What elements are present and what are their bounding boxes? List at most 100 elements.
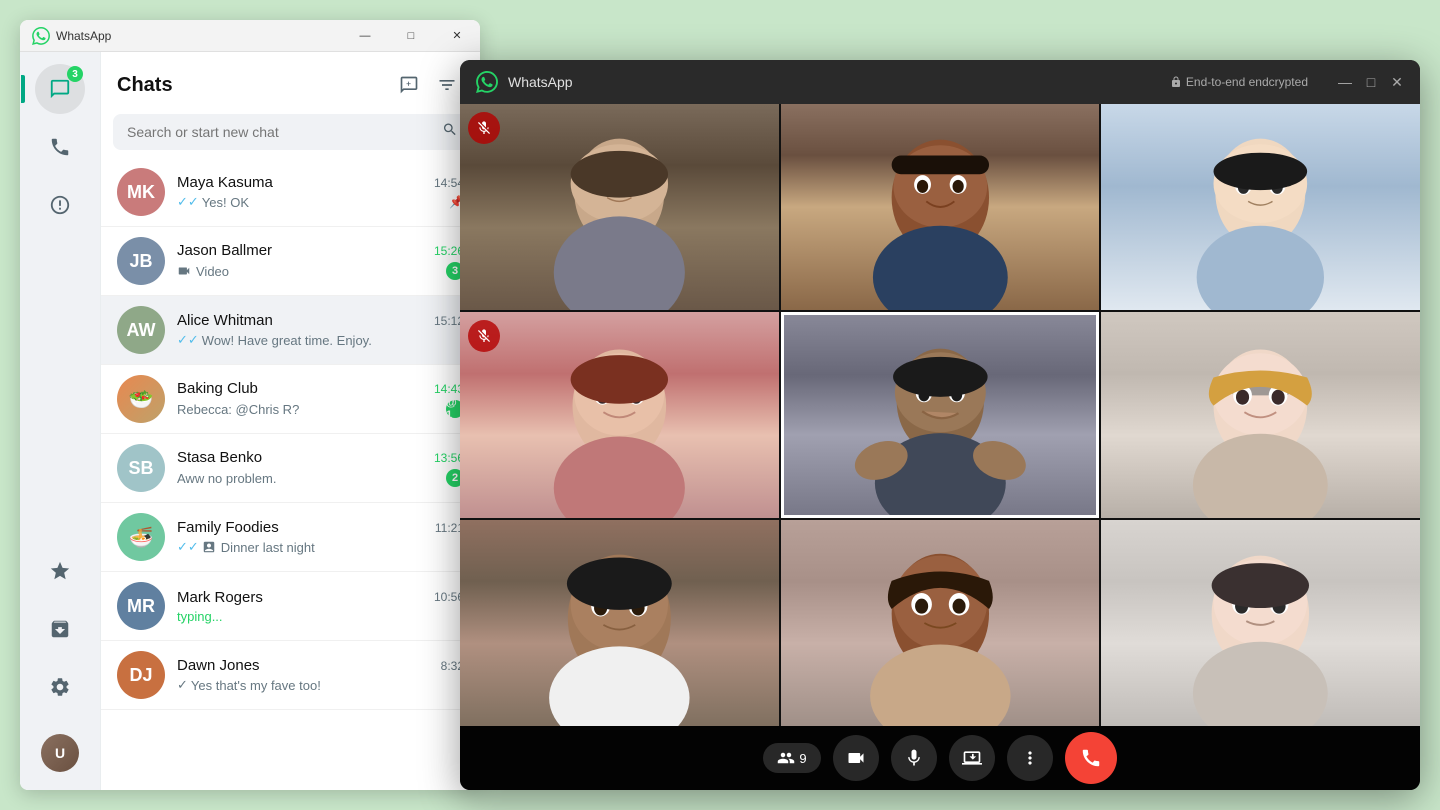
person-2-face [781,104,1100,310]
video-cell-2 [781,104,1100,310]
search-input[interactable] [113,114,468,150]
sidebar-item-starred[interactable] [35,546,85,596]
person-3-face [1101,104,1420,310]
participants-count-label: 9 [799,751,806,766]
video-controls-bar: 9 [460,726,1420,790]
baking-club-preview: Rebecca: @Chris R? [177,402,299,417]
family-foodies-name: Family Foodies [177,519,279,536]
video-icon [846,748,866,768]
maya-info: Maya Kasuma 14:54 ✓✓ Yes! OK 📌 [177,174,464,210]
more-options-button[interactable] [1007,735,1053,781]
family-foodies-avatar: 🍜 [117,513,165,561]
chat-item-alice[interactable]: AW Alice Whitman 15:12 ✓✓ Wow! Have grea… [101,296,480,365]
end-call-icon [1080,747,1102,769]
chat-list-panel: Chats [100,52,480,790]
jason-info: Jason Ballmer 15:26 Video 3 [177,242,464,280]
main-title-bar: WhatsApp — □ ✕ [20,20,480,52]
participants-count[interactable]: 9 [763,743,820,773]
main-window-title: WhatsApp [56,29,342,43]
app-container: 3 [20,52,480,790]
maya-avatar: MK [117,168,165,216]
video-cell-9 [1101,520,1420,726]
mic-toggle-button[interactable] [891,735,937,781]
mark-name: Mark Rogers [177,589,263,606]
video-maximize-button[interactable]: □ [1364,75,1378,89]
chat-item-dawn[interactable]: DJ Dawn Jones 8:32 ✓ Yes that's my fave … [101,641,480,710]
sidebar: 3 [20,52,100,790]
alice-avatar: AW [117,306,165,354]
video-minimize-button[interactable]: — [1338,75,1352,89]
search-bar [113,114,468,150]
chat-list-header: Chats [101,52,480,110]
mute-indicator-4 [468,320,500,352]
sidebar-item-chats[interactable]: 3 [35,64,85,114]
jason-avatar: JB [117,237,165,285]
video-close-button[interactable]: ✕ [1390,75,1404,89]
chat-item-baking-club[interactable]: 🥗 Baking Club 14:43 Rebecca: @Chris R? @… [101,365,480,434]
window-controls: — □ ✕ [342,20,480,52]
filter-icon [437,75,457,95]
whatsapp-logo-main [32,27,50,45]
new-chat-button[interactable] [392,68,426,102]
chat-item-jason[interactable]: JB Jason Ballmer 15:26 Video 3 [101,227,480,296]
chat-item-maya[interactable]: MK Maya Kasuma 14:54 ✓✓ Yes! OK 📌 [101,158,480,227]
sidebar-item-status[interactable] [35,180,85,230]
chats-icon [49,78,71,100]
jason-name: Jason Ballmer [177,242,272,259]
chat-item-stasa[interactable]: SB Stasa Benko 13:56 Aww no problem. 2 [101,434,480,503]
maya-name: Maya Kasuma [177,174,273,191]
video-cell-6 [1101,312,1420,518]
user-avatar[interactable]: U [35,728,85,778]
filter-button[interactable] [430,68,464,102]
more-icon [1020,748,1040,768]
sidebar-item-settings[interactable] [35,662,85,712]
stasa-avatar: SB [117,444,165,492]
person-4-face [460,312,779,518]
encryption-indicator: End-to-end endcrypted [1170,75,1308,89]
stasa-info: Stasa Benko 13:56 Aww no problem. 2 [177,449,464,487]
video-window-title: WhatsApp [508,74,1160,90]
maximize-button[interactable]: □ [388,20,434,52]
dawn-preview: ✓ Yes that's my fave too! [177,677,321,693]
dawn-avatar: DJ [117,651,165,699]
screen-share-button[interactable] [949,735,995,781]
status-icon [49,194,71,216]
end-call-button[interactable] [1065,732,1117,784]
sidebar-item-archived[interactable] [35,604,85,654]
calls-icon [49,136,71,158]
mic-icon [904,748,924,768]
minimize-button[interactable]: — [342,20,388,52]
screen-share-icon [962,748,982,768]
sidebar-item-calls[interactable] [35,122,85,172]
mark-info: Mark Rogers 10:56 typing... [177,589,464,624]
chats-title: Chats [117,74,173,97]
video-cell-4 [460,312,779,518]
video-call-window: WhatsApp End-to-end endcrypted — □ ✕ [460,60,1420,790]
person-9-face [1101,520,1420,726]
video-cell-3 [1101,104,1420,310]
person-1-face [460,104,779,310]
video-window-controls: — □ ✕ [1338,75,1404,89]
lock-icon [1170,76,1182,88]
dawn-info: Dawn Jones 8:32 ✓ Yes that's my fave too… [177,657,464,693]
family-foodies-preview: ✓✓ Dinner last night [177,539,315,555]
baking-club-avatar: 🥗 [117,375,165,423]
stasa-preview: Aww no problem. [177,471,276,486]
chat-item-mark[interactable]: MR Mark Rogers 10:56 typing... [101,572,480,641]
chat-item-family-foodies[interactable]: 🍜 Family Foodies 11:21 ✓✓ Dinner last ni… [101,503,480,572]
family-foodies-info: Family Foodies 11:21 ✓✓ Dinner last nigh… [177,519,464,555]
participants-icon [777,749,795,767]
person-7-face [460,520,779,726]
maya-preview: ✓✓ Yes! OK [177,194,249,210]
settings-icon [49,676,71,698]
video-title-bar: WhatsApp End-to-end endcrypted — □ ✕ [460,60,1420,104]
close-button[interactable]: ✕ [434,20,480,52]
video-toggle-button[interactable] [833,735,879,781]
main-whatsapp-window: WhatsApp — □ ✕ 3 [20,20,480,790]
mark-preview: typing... [177,609,223,624]
video-cell-5 [781,312,1100,518]
person-5-face [784,315,1097,515]
baking-club-name: Baking Club [177,380,258,397]
starred-icon [49,560,71,582]
chats-badge: 3 [67,66,83,82]
